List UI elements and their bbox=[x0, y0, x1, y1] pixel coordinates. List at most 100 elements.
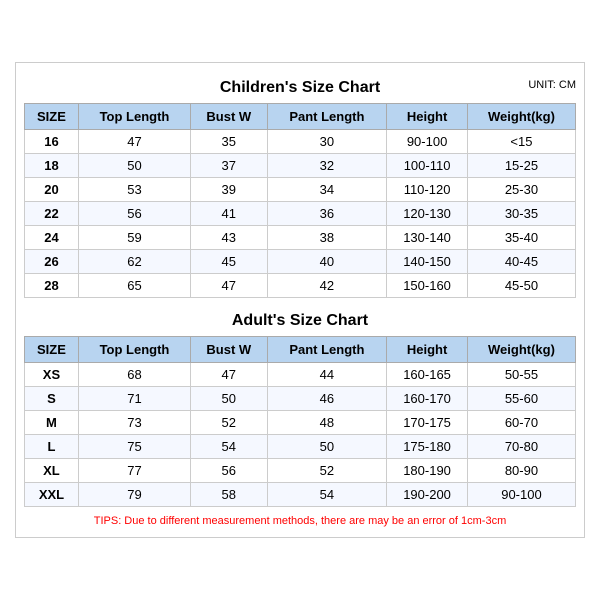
table-cell: 160-165 bbox=[387, 363, 468, 387]
table-cell: 26 bbox=[25, 250, 79, 274]
table-cell: 90-100 bbox=[467, 483, 575, 507]
table-cell: 55-60 bbox=[467, 387, 575, 411]
adult-col-pant-length-header: Pant Length bbox=[267, 337, 387, 363]
table-cell: 35-40 bbox=[467, 226, 575, 250]
table-cell: 30-35 bbox=[467, 202, 575, 226]
table-cell: 16 bbox=[25, 130, 79, 154]
table-cell: 24 bbox=[25, 226, 79, 250]
table-cell: XL bbox=[25, 459, 79, 483]
children-section-title: Children's Size Chart UNIT: CM bbox=[24, 73, 576, 99]
table-cell: 160-170 bbox=[387, 387, 468, 411]
adult-table: SIZE Top Length Bust W Pant Length Heigh… bbox=[24, 336, 576, 507]
table-cell: 25-30 bbox=[467, 178, 575, 202]
table-cell: M bbox=[25, 411, 79, 435]
table-cell: 34 bbox=[267, 178, 387, 202]
table-cell: 71 bbox=[78, 387, 190, 411]
table-row: L755450175-18070-80 bbox=[25, 435, 576, 459]
chart-container: Children's Size Chart UNIT: CM SIZE Top … bbox=[15, 62, 585, 538]
table-cell: 37 bbox=[191, 154, 268, 178]
col-bust-w-header: Bust W bbox=[191, 104, 268, 130]
adult-title-text: Adult's Size Chart bbox=[232, 312, 368, 329]
table-cell: 45-50 bbox=[467, 274, 575, 298]
table-cell: 175-180 bbox=[387, 435, 468, 459]
table-row: XXL795854190-20090-100 bbox=[25, 483, 576, 507]
adult-col-bust-w-header: Bust W bbox=[191, 337, 268, 363]
adult-section-title: Adult's Size Chart bbox=[24, 306, 576, 332]
table-cell: 180-190 bbox=[387, 459, 468, 483]
children-title-text: Children's Size Chart bbox=[220, 79, 380, 96]
table-cell: 35 bbox=[191, 130, 268, 154]
table-row: 22564136120-13030-35 bbox=[25, 202, 576, 226]
table-cell: 39 bbox=[191, 178, 268, 202]
table-row: XL775652180-19080-90 bbox=[25, 459, 576, 483]
table-cell: 170-175 bbox=[387, 411, 468, 435]
table-cell: 22 bbox=[25, 202, 79, 226]
table-row: 20533934110-12025-30 bbox=[25, 178, 576, 202]
adult-col-height-header: Height bbox=[387, 337, 468, 363]
table-row: 18503732100-11015-25 bbox=[25, 154, 576, 178]
table-cell: 90-100 bbox=[387, 130, 468, 154]
table-cell: 77 bbox=[78, 459, 190, 483]
table-cell: 53 bbox=[78, 178, 190, 202]
table-row: S715046160-17055-60 bbox=[25, 387, 576, 411]
table-cell: 50 bbox=[191, 387, 268, 411]
table-cell: 56 bbox=[78, 202, 190, 226]
table-cell: 80-90 bbox=[467, 459, 575, 483]
col-height-header: Height bbox=[387, 104, 468, 130]
table-cell: 28 bbox=[25, 274, 79, 298]
table-cell: 75 bbox=[78, 435, 190, 459]
table-cell: S bbox=[25, 387, 79, 411]
table-cell: <15 bbox=[467, 130, 575, 154]
table-cell: 32 bbox=[267, 154, 387, 178]
table-cell: 15-25 bbox=[467, 154, 575, 178]
table-cell: 40-45 bbox=[467, 250, 575, 274]
table-cell: 73 bbox=[78, 411, 190, 435]
table-row: 26624540140-15040-45 bbox=[25, 250, 576, 274]
table-cell: 68 bbox=[78, 363, 190, 387]
col-pant-length-header: Pant Length bbox=[267, 104, 387, 130]
adult-header-row: SIZE Top Length Bust W Pant Length Heigh… bbox=[25, 337, 576, 363]
table-cell: 70-80 bbox=[467, 435, 575, 459]
table-cell: 48 bbox=[267, 411, 387, 435]
children-header-row: SIZE Top Length Bust W Pant Length Heigh… bbox=[25, 104, 576, 130]
table-cell: 41 bbox=[191, 202, 268, 226]
table-cell: 62 bbox=[78, 250, 190, 274]
table-cell: 50-55 bbox=[467, 363, 575, 387]
table-cell: 79 bbox=[78, 483, 190, 507]
table-cell: 190-200 bbox=[387, 483, 468, 507]
table-cell: 59 bbox=[78, 226, 190, 250]
table-cell: 100-110 bbox=[387, 154, 468, 178]
table-cell: 50 bbox=[267, 435, 387, 459]
table-cell: XS bbox=[25, 363, 79, 387]
table-cell: 42 bbox=[267, 274, 387, 298]
table-cell: 47 bbox=[191, 363, 268, 387]
col-weight-header: Weight(kg) bbox=[467, 104, 575, 130]
col-top-length-header: Top Length bbox=[78, 104, 190, 130]
table-cell: 110-120 bbox=[387, 178, 468, 202]
table-cell: 65 bbox=[78, 274, 190, 298]
table-cell: 120-130 bbox=[387, 202, 468, 226]
unit-label: UNIT: CM bbox=[528, 79, 576, 91]
table-cell: 140-150 bbox=[387, 250, 468, 274]
table-cell: 56 bbox=[191, 459, 268, 483]
table-cell: 52 bbox=[191, 411, 268, 435]
table-row: 1647353090-100<15 bbox=[25, 130, 576, 154]
table-cell: 60-70 bbox=[467, 411, 575, 435]
table-cell: 44 bbox=[267, 363, 387, 387]
table-cell: 150-160 bbox=[387, 274, 468, 298]
adult-col-top-length-header: Top Length bbox=[78, 337, 190, 363]
table-row: 24594338130-14035-40 bbox=[25, 226, 576, 250]
table-row: 28654742150-16045-50 bbox=[25, 274, 576, 298]
table-cell: XXL bbox=[25, 483, 79, 507]
table-row: XS684744160-16550-55 bbox=[25, 363, 576, 387]
table-cell: 54 bbox=[267, 483, 387, 507]
table-cell: 130-140 bbox=[387, 226, 468, 250]
col-size-header: SIZE bbox=[25, 104, 79, 130]
table-cell: 47 bbox=[191, 274, 268, 298]
table-cell: L bbox=[25, 435, 79, 459]
table-cell: 50 bbox=[78, 154, 190, 178]
table-cell: 43 bbox=[191, 226, 268, 250]
table-cell: 38 bbox=[267, 226, 387, 250]
table-cell: 47 bbox=[78, 130, 190, 154]
table-cell: 20 bbox=[25, 178, 79, 202]
